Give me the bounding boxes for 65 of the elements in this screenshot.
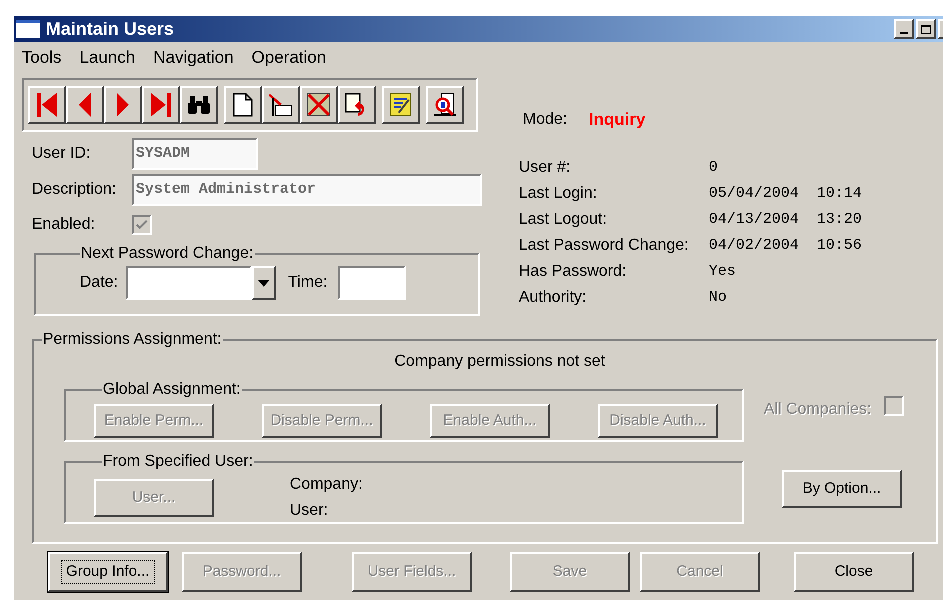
group-title: Permissions Assignment: [42, 330, 223, 350]
toolbar-button[interactable] [142, 86, 180, 124]
date-dropdown[interactable] [126, 266, 276, 300]
info-label: Last Login: [519, 184, 598, 204]
maximize-button[interactable] [916, 19, 936, 39]
minimize-icon [900, 32, 908, 34]
dropdown-button[interactable] [252, 266, 276, 300]
info-value: 04/13/2004 13:20 [709, 210, 862, 230]
skip-first-icon [36, 92, 58, 118]
mode-value: Inquiry [589, 109, 646, 132]
field-label: Date: [80, 273, 118, 293]
toolbar-button[interactable] [66, 86, 104, 124]
info-label: Authority: [519, 288, 588, 308]
toolbar-button[interactable] [300, 86, 338, 124]
previous-icon [78, 92, 92, 118]
caret-icon [258, 280, 270, 286]
user-label: User: [290, 501, 330, 521]
toolbar-button[interactable] [426, 86, 464, 124]
next-icon [116, 92, 130, 118]
field-label: Time: [288, 273, 328, 293]
field-label: User ID: [31, 144, 92, 164]
field-label: Description: [31, 180, 118, 200]
menu-item[interactable]: Navigation [153, 45, 234, 71]
info-value: 04/02/2004 10:56 [709, 236, 862, 256]
toolbar-button[interactable] [224, 86, 262, 124]
group-title: From Specified User: [102, 452, 254, 472]
dialog-button[interactable]: Close [794, 552, 914, 592]
delete-icon [306, 92, 332, 118]
toolbar-button[interactable] [28, 86, 66, 124]
toolbar-button[interactable] [338, 86, 376, 124]
info-label: Has Password: [519, 262, 628, 282]
maximize-icon [921, 24, 931, 34]
binoculars-icon [186, 95, 212, 115]
status-message: Company permissions not set [394, 352, 606, 372]
time-field[interactable] [338, 266, 406, 300]
mode-label: Mode: [523, 110, 568, 130]
info-label: User #: [519, 158, 572, 178]
info-value: No [709, 288, 728, 308]
by-option-button[interactable]: By Option... [782, 470, 902, 508]
document-icon [233, 93, 253, 117]
magnifier-icon [432, 92, 458, 118]
notepad-icon [389, 92, 413, 118]
toolbar-button[interactable] [104, 86, 142, 124]
info-label: Last Password Change: [519, 236, 690, 256]
menu-item[interactable]: Launch [80, 45, 136, 71]
menu-item[interactable]: Tools [22, 45, 62, 71]
skip-last-icon [150, 92, 172, 118]
toolbar-button[interactable] [382, 86, 420, 124]
toolbar-button[interactable] [262, 86, 300, 124]
info-label: Last Logout: [519, 210, 608, 230]
info-value: 05/04/2004 10:14 [709, 184, 862, 204]
group-title: Global Assignment: [102, 380, 242, 400]
group-title: Next Password Change: [80, 244, 255, 264]
toolbar-button[interactable] [180, 86, 218, 124]
checkmark-icon [136, 220, 148, 230]
field-label: Enabled: [31, 215, 96, 235]
menu-item[interactable]: Operation [252, 45, 326, 71]
company-label: Company: [290, 475, 363, 495]
info-value: Yes [709, 262, 736, 282]
minimize-button[interactable] [894, 19, 914, 39]
field-label: All Companies: [764, 400, 872, 420]
window-icon [16, 20, 40, 38]
dialog-button[interactable]: Group Info... [48, 552, 168, 592]
info-value: 0 [709, 158, 718, 178]
window-title: Maintain Users [46, 18, 174, 40]
